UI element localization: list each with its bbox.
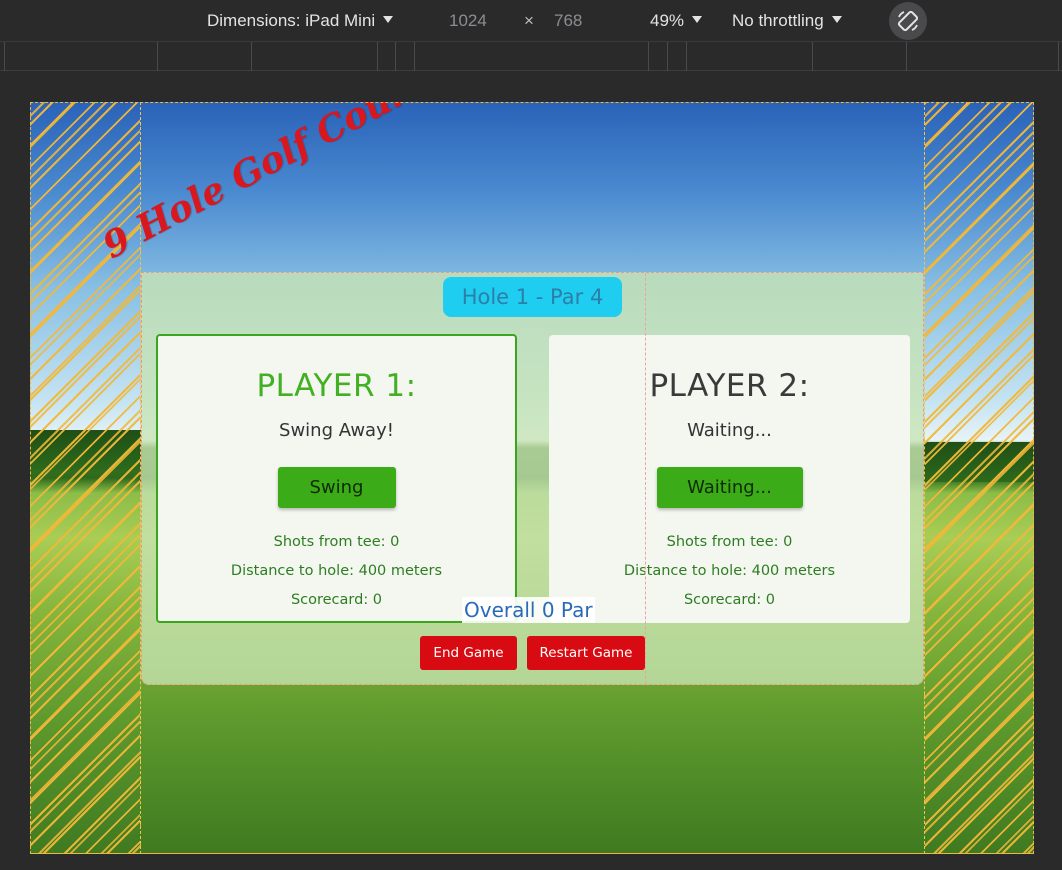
restart-game-button[interactable]: Restart Game bbox=[527, 636, 645, 670]
ruler-tick bbox=[812, 42, 813, 71]
overflow-hatch-right bbox=[924, 102, 1034, 854]
ruler-tick bbox=[1058, 42, 1059, 71]
page-title: 9 Hole Golf Course! bbox=[96, 102, 468, 268]
player-stats: Shots from tee: 0 Distance to hole: 400 … bbox=[549, 528, 910, 615]
player-title: PLAYER 2: bbox=[649, 368, 810, 404]
swing-button[interactable]: Swing bbox=[277, 467, 396, 508]
ruler-tick bbox=[648, 42, 649, 71]
hole-badge: Hole 1 - Par 4 bbox=[443, 277, 622, 317]
shots-from-tee: Shots from tee: 0 bbox=[666, 534, 793, 550]
times-separator: × bbox=[524, 11, 534, 30]
ruler-tick bbox=[4, 42, 5, 71]
ruler-tick bbox=[377, 42, 378, 71]
ruler-tick bbox=[395, 42, 396, 71]
height-input[interactable]: 768 bbox=[554, 10, 582, 32]
distance-to-hole: Distance to hole: 400 meters bbox=[623, 563, 836, 579]
scorecard: Scorecard: 0 bbox=[683, 592, 776, 608]
center-guide-line bbox=[645, 273, 646, 684]
throttling-dropdown[interactable]: No throttling bbox=[732, 10, 842, 32]
ruler-tick bbox=[906, 42, 907, 71]
waiting-button[interactable]: Waiting... bbox=[656, 467, 803, 508]
player-status: Waiting... bbox=[687, 420, 772, 441]
end-game-button[interactable]: End Game bbox=[420, 636, 517, 670]
ruler-tick bbox=[686, 42, 687, 71]
viewport-bottom-edge bbox=[30, 853, 1034, 854]
ruler-tick bbox=[414, 42, 415, 71]
game-panel: Hole 1 - Par 4 PLAYER 1: Swing Away! Swi… bbox=[141, 272, 924, 685]
zoom-dropdown[interactable]: 49% bbox=[650, 10, 703, 32]
chevron-down-icon bbox=[831, 16, 842, 23]
chevron-down-icon bbox=[692, 16, 703, 23]
ruler-tick bbox=[667, 42, 668, 71]
player-2-card: PLAYER 2: Waiting... Waiting... Shots fr… bbox=[549, 335, 910, 623]
rotate-icon bbox=[897, 10, 919, 32]
width-input[interactable]: 1024 bbox=[449, 10, 487, 32]
dimensions-label: Dimensions: iPad Mini bbox=[207, 11, 376, 30]
player-title: PLAYER 1: bbox=[256, 368, 417, 404]
ruler-tick bbox=[157, 42, 158, 71]
player-1-card: PLAYER 1: Swing Away! Swing Shots from t… bbox=[156, 334, 517, 623]
devtools-device-toolbar: Dimensions: iPad Mini 1024 × 768 49% No … bbox=[0, 0, 1062, 42]
distance-to-hole: Distance to hole: 400 meters bbox=[230, 563, 443, 579]
chevron-down-icon bbox=[383, 16, 394, 23]
media-query-ruler bbox=[0, 42, 1062, 71]
throttling-label: No throttling bbox=[732, 11, 824, 30]
dimensions-dropdown[interactable]: Dimensions: iPad Mini bbox=[207, 10, 394, 32]
ruler-tick bbox=[251, 42, 252, 71]
rotate-button[interactable] bbox=[889, 2, 927, 40]
device-viewport: Hole 1 - Par 4 PLAYER 1: Swing Away! Swi… bbox=[30, 102, 1034, 854]
overall-par: Overall 0 Par bbox=[462, 597, 595, 623]
zoom-label: 49% bbox=[650, 11, 685, 30]
player-status: Swing Away! bbox=[279, 420, 394, 441]
shots-from-tee: Shots from tee: 0 bbox=[273, 534, 400, 550]
